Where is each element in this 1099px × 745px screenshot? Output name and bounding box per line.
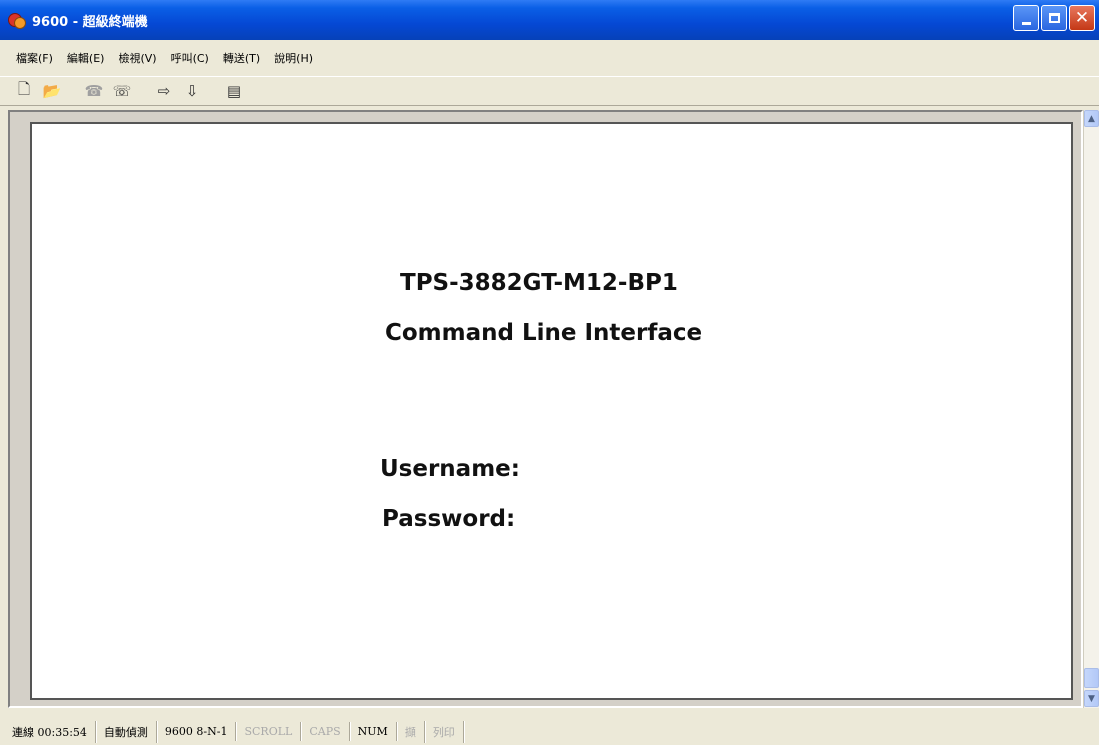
menu-view[interactable]: 檢視(V) xyxy=(118,50,156,66)
minimize-icon xyxy=(1021,21,1031,25)
status-connection-time: 連線 00:35:54 xyxy=(4,720,96,743)
title-bar[interactable]: 9600 - 超級終端機 ✕ xyxy=(0,0,1099,40)
status-num-lock: NUM xyxy=(350,722,397,741)
status-print: 列印 xyxy=(425,720,464,743)
scroll-up-button[interactable]: ▲ xyxy=(1084,110,1099,127)
send-file-icon[interactable]: ⇨ xyxy=(154,81,174,101)
menu-bar: 檔案(F) 編輯(E) 檢視(V) 呼叫(C) 轉送(T) 說明(H) xyxy=(0,40,1099,76)
menu-call[interactable]: 呼叫(C) xyxy=(171,50,209,66)
maximize-icon xyxy=(1048,13,1060,23)
password-prompt: Password: xyxy=(382,506,516,532)
menu-transfer[interactable]: 轉送(T) xyxy=(223,50,260,66)
username-prompt: Username: xyxy=(380,456,520,482)
status-scroll-lock: SCROLL xyxy=(236,722,302,741)
hyperterminal-app-icon[interactable] xyxy=(8,11,26,29)
open-folder-icon[interactable]: 📂 xyxy=(42,81,62,101)
window-title: 9600 - 超級終端機 xyxy=(32,14,148,30)
scroll-down-button[interactable]: ▼ xyxy=(1084,690,1099,707)
receive-file-icon[interactable]: ⇩ xyxy=(182,81,202,101)
chevron-down-icon: ▼ xyxy=(1088,693,1095,704)
cli-subtitle: Command Line Interface xyxy=(385,320,703,346)
terminal-frame: TPS-3882GT-M12-BP1 Command Line Interfac… xyxy=(8,110,1083,708)
minimize-button[interactable] xyxy=(1013,5,1039,31)
new-file-icon[interactable]: 🗋 xyxy=(14,80,34,101)
status-port-settings: 9600 8-N-1 xyxy=(157,722,237,741)
terminal-screen[interactable]: TPS-3882GT-M12-BP1 Command Line Interfac… xyxy=(30,122,1073,700)
vertical-scrollbar[interactable]: ▲ ▼ xyxy=(1083,110,1099,708)
connect-phone-icon[interactable]: ☎ xyxy=(84,81,104,101)
menu-edit[interactable]: 編輯(E) xyxy=(67,50,105,66)
device-name: TPS-3882GT-M12-BP1 xyxy=(400,270,678,296)
status-capture: 擷 xyxy=(397,720,425,743)
menu-help[interactable]: 說明(H) xyxy=(274,50,313,66)
status-autodetect: 自動偵測 xyxy=(96,720,157,743)
close-button[interactable]: ✕ xyxy=(1069,5,1095,31)
chevron-up-icon: ▲ xyxy=(1088,113,1095,124)
close-icon: ✕ xyxy=(1074,7,1090,28)
status-bar: 連線 00:35:54 自動偵測 9600 8-N-1 SCROLL CAPS … xyxy=(0,718,1099,745)
properties-icon[interactable]: ▤ xyxy=(224,81,244,101)
maximize-button[interactable] xyxy=(1041,5,1067,31)
status-caps-lock: CAPS xyxy=(301,722,350,741)
toolbar: 🗋 📂 ☎ ☏ ⇨ ⇩ ▤ xyxy=(0,76,1099,106)
menu-file[interactable]: 檔案(F) xyxy=(16,50,53,66)
scroll-thumb[interactable] xyxy=(1084,668,1099,688)
disconnect-icon[interactable]: ☏ xyxy=(112,81,132,101)
